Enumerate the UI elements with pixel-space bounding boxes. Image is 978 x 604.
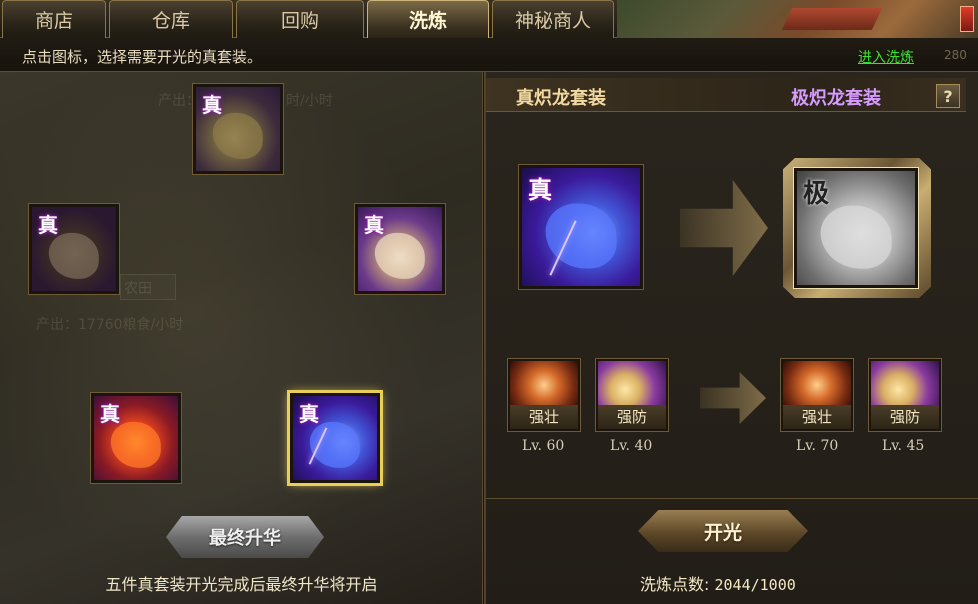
instruction-strip: 点击图标，选择需要开光的真套装。 进入洗炼 [0,38,978,72]
target-set-name: 极炽龙套装 [791,88,881,109]
tab-refine[interactable]: 洗炼 [367,0,489,38]
skill-level: Lv. 40 [610,438,653,454]
true-tag: 真 [100,402,120,426]
skill-strength-before: 强壮 [507,358,581,432]
set-item-tiger[interactable]: 真 [354,203,446,295]
skill-defense-before: 强防 [595,358,669,432]
close-button[interactable] [960,6,974,32]
true-tag: 真 [202,93,222,117]
skill-label: 强壮 [510,405,578,429]
extreme-tag: 极 [803,179,830,209]
instruction-text: 点击图标，选择需要开光的真套装。 [22,48,263,66]
true-tag: 真 [38,213,58,237]
true-tag: 真 [364,213,384,237]
current-set-name: 真炽龙套装 [516,88,606,109]
tab-bar: 商店 仓库 回购 洗炼 神秘商人 [0,0,978,38]
skill-label: 强壮 [783,405,851,429]
tab-buyback[interactable]: 回购 [236,0,364,38]
building-roof [781,8,883,30]
bg-output-rate: 时/小时 [286,93,333,109]
set-item-lion[interactable]: 真 [28,203,120,295]
defense-icon [598,361,666,405]
refine-points: 洗炼点数: 2044/1000 [640,571,796,595]
ultimate-upgrade-button: 最终升华 [166,516,324,558]
qilin-icon [212,112,264,159]
set-item-dragon[interactable]: 真 [287,390,383,486]
help-button[interactable]: ? [936,84,960,108]
bg-farm-output: 产出：17760粮食/小时 [36,317,184,333]
skill-strength-after: 强壮 [780,358,854,432]
set-item-qilin[interactable]: 真 [192,83,284,175]
panel-divider [486,498,978,499]
phoenix-icon [110,421,162,468]
skill-level: Lv. 45 [882,438,925,454]
bg-farm-label: 农田 [124,281,152,297]
corner-number: 280 [944,48,967,62]
target-item-dragon: 极 [793,167,919,289]
tiger-icon [374,232,426,279]
strength-icon [510,361,578,405]
set-item-phoenix[interactable]: 真 [90,392,182,484]
true-tag: 真 [528,176,552,204]
true-tag: 真 [299,402,319,426]
set-header: 真炽龙套装 极炽龙套装 ? [486,78,966,112]
tab-mystery-merchant[interactable]: 神秘商人 [492,0,614,38]
ultimate-note: 五件真套装开光完成后最终升华将开启 [105,575,378,594]
city-scenery [617,0,978,38]
dragon-icon [820,205,892,269]
skill-label: 强防 [871,405,939,429]
enter-refine-link[interactable]: 进入洗炼 [858,47,914,67]
lion-icon [48,232,100,279]
defense-icon [871,361,939,405]
open-light-button[interactable]: 开光 [638,510,808,552]
skill-level: Lv. 60 [522,438,565,454]
points-value: 2044/1000 [714,576,796,594]
strength-icon [783,361,851,405]
tab-shop[interactable]: 商店 [2,0,106,38]
skill-level: Lv. 70 [796,438,839,454]
skill-label: 强防 [598,405,666,429]
skill-defense-after: 强防 [868,358,942,432]
source-item-dragon: 真 [518,164,644,290]
tab-warehouse[interactable]: 仓库 [109,0,233,38]
points-label: 洗炼点数: [640,575,710,594]
